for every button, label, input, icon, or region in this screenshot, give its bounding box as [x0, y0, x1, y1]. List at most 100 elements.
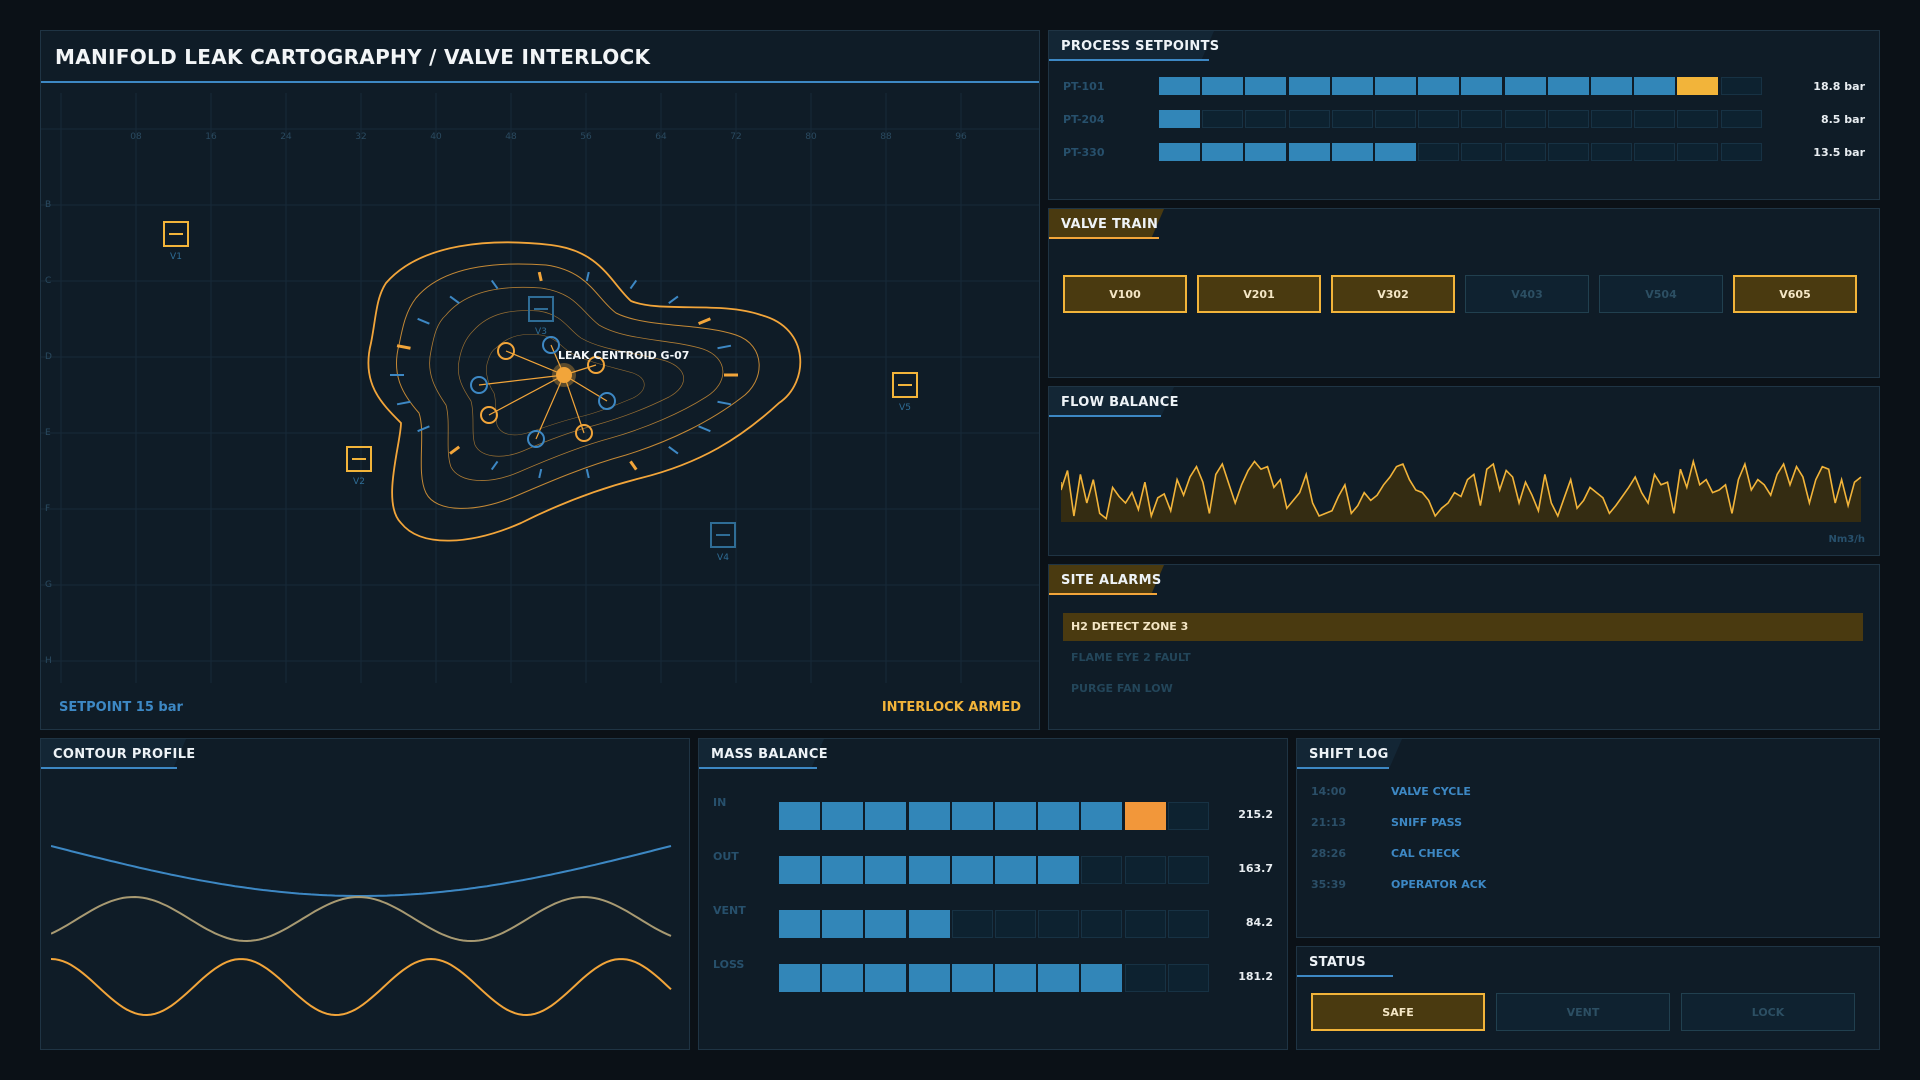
alarm-item[interactable]: FLAME EYE 2 FAULT [1063, 644, 1863, 672]
log-event: SNIFF PASS [1391, 816, 1462, 829]
setpoint-segment [1202, 143, 1244, 161]
setpoint-value: 8.5 bar [1820, 113, 1865, 126]
setpoint-segment [1375, 143, 1416, 161]
setpoint-segment [1547, 77, 1589, 95]
mass-value: 163.7 [1238, 862, 1273, 875]
mass-segment [1038, 910, 1080, 938]
mass-segment [822, 910, 864, 938]
y-tick-label: B [45, 200, 51, 210]
flow-unit: Nm3/h [1828, 534, 1865, 545]
valve-label: V1 [170, 252, 182, 262]
setpoint-segment [1418, 77, 1460, 95]
leak-map-panel: MANIFOLD LEAK CARTOGRAPHY / VALVE INTERL… [40, 30, 1040, 730]
ring-tick [449, 295, 460, 305]
mass-bar [779, 964, 1211, 992]
ring-tick [538, 468, 543, 479]
setpoint-segment [1375, 77, 1416, 95]
profile-line-blue [51, 845, 672, 897]
mass-label: VENT [713, 904, 746, 917]
contour-profile-chart [51, 845, 672, 1017]
ring-tick [417, 317, 430, 325]
status-title: STATUS [1309, 955, 1366, 970]
setpoint-segment [1547, 110, 1589, 128]
centroid-label: LEAK CENTROID G-07 [558, 349, 689, 362]
valve-button-v605[interactable]: V605 [1733, 275, 1857, 313]
valve-button-v504[interactable]: V504 [1599, 275, 1723, 313]
mass-segment [865, 856, 907, 884]
setpoint-segment [1504, 143, 1546, 161]
valve-button-v403[interactable]: V403 [1465, 275, 1589, 313]
y-tick-label: C [45, 276, 51, 286]
x-tick-label: 64 [655, 132, 667, 142]
x-tick-label: 08 [130, 132, 142, 142]
flow-area [1061, 461, 1861, 522]
mass-bar [779, 802, 1211, 830]
setpoint-segment [1461, 77, 1503, 95]
valve-button-v201[interactable]: V201 [1197, 275, 1321, 313]
x-tick-label: 40 [430, 132, 442, 142]
contour-profile-panel: CONTOUR PROFILE [40, 738, 690, 1050]
valve-marker-v2[interactable] [346, 446, 372, 472]
ring-tick [717, 344, 732, 350]
setpoint-label: PT-101 [1063, 80, 1105, 93]
setpoint-value: 13.5 bar [1813, 146, 1865, 159]
valve-marker-v1[interactable] [163, 221, 189, 247]
valve-button-v100[interactable]: V100 [1063, 275, 1187, 313]
valve-button-v302[interactable]: V302 [1331, 275, 1455, 313]
flow-balance-panel: FLOW BALANCE Nm3/h [1048, 386, 1880, 556]
mass-segment [865, 910, 907, 938]
alarm-item[interactable]: PURGE FAN LOW [1063, 675, 1863, 703]
profile-line-orange [51, 957, 672, 1017]
mass-segment [779, 802, 820, 830]
valve-marker-v3[interactable] [528, 296, 554, 322]
status-button-lock[interactable]: LOCK [1681, 993, 1855, 1031]
x-tick-label: 48 [505, 132, 517, 142]
mass-segment [779, 964, 820, 992]
ring-tick [396, 400, 411, 406]
alarm-item[interactable]: H2 DETECT ZONE 3 [1063, 613, 1863, 641]
mass-segment [1081, 856, 1123, 884]
log-time: 21:13 [1311, 816, 1347, 829]
mass-segment [1124, 856, 1166, 884]
mass-segment [951, 802, 993, 830]
y-tick-label: F [45, 504, 50, 514]
mass-segment [995, 856, 1036, 884]
mass-segment [822, 964, 864, 992]
x-tick-label: 96 [955, 132, 967, 142]
setpoint-segment [1159, 143, 1200, 161]
setpoint-segment [1634, 143, 1676, 161]
valve-marker-v4[interactable] [710, 522, 736, 548]
ring-tick [449, 445, 461, 455]
ring-tick [668, 445, 679, 455]
status-button-safe[interactable]: SAFE [1311, 993, 1485, 1031]
leak-map[interactable]: 08 16 24 32 40 48 56 64 72 80 88 96 B C D E F G H V1 V2 V3 V4… [41, 83, 1039, 729]
setpoint-segment [1720, 77, 1762, 95]
status-button-vent[interactable]: VENT [1496, 993, 1670, 1031]
ring-tick [698, 317, 711, 326]
x-tick-label: 16 [205, 132, 217, 142]
mass-segment [908, 910, 950, 938]
ring-tick [717, 400, 732, 406]
setpoint-segment [1461, 143, 1503, 161]
setpoint-segment [1288, 143, 1330, 161]
setpoint-segment [1331, 77, 1373, 95]
setpoint-segment [1418, 110, 1460, 128]
map-header: MANIFOLD LEAK CARTOGRAPHY / VALVE INTERL… [41, 31, 1039, 83]
y-tick-label: G [45, 580, 52, 590]
mass-segment [908, 964, 950, 992]
setpoint-segment [1504, 110, 1546, 128]
mass-value: 215.2 [1238, 808, 1273, 821]
ring-tick [668, 295, 679, 305]
log-event: VALVE CYCLE [1391, 785, 1471, 798]
x-tick-label: 88 [880, 132, 892, 142]
valve-marker-v5[interactable] [892, 372, 918, 398]
mass-segment [1124, 964, 1166, 992]
setpoint-segment [1720, 143, 1762, 161]
site-alarms-title: SITE ALARMS [1061, 573, 1162, 588]
mass-bar [779, 856, 1211, 884]
mass-segment [1038, 964, 1080, 992]
ring-tick [629, 460, 638, 471]
leak-centroid-marker[interactable] [556, 367, 572, 383]
ring-tick [417, 425, 430, 433]
mass-segment [1081, 964, 1123, 992]
